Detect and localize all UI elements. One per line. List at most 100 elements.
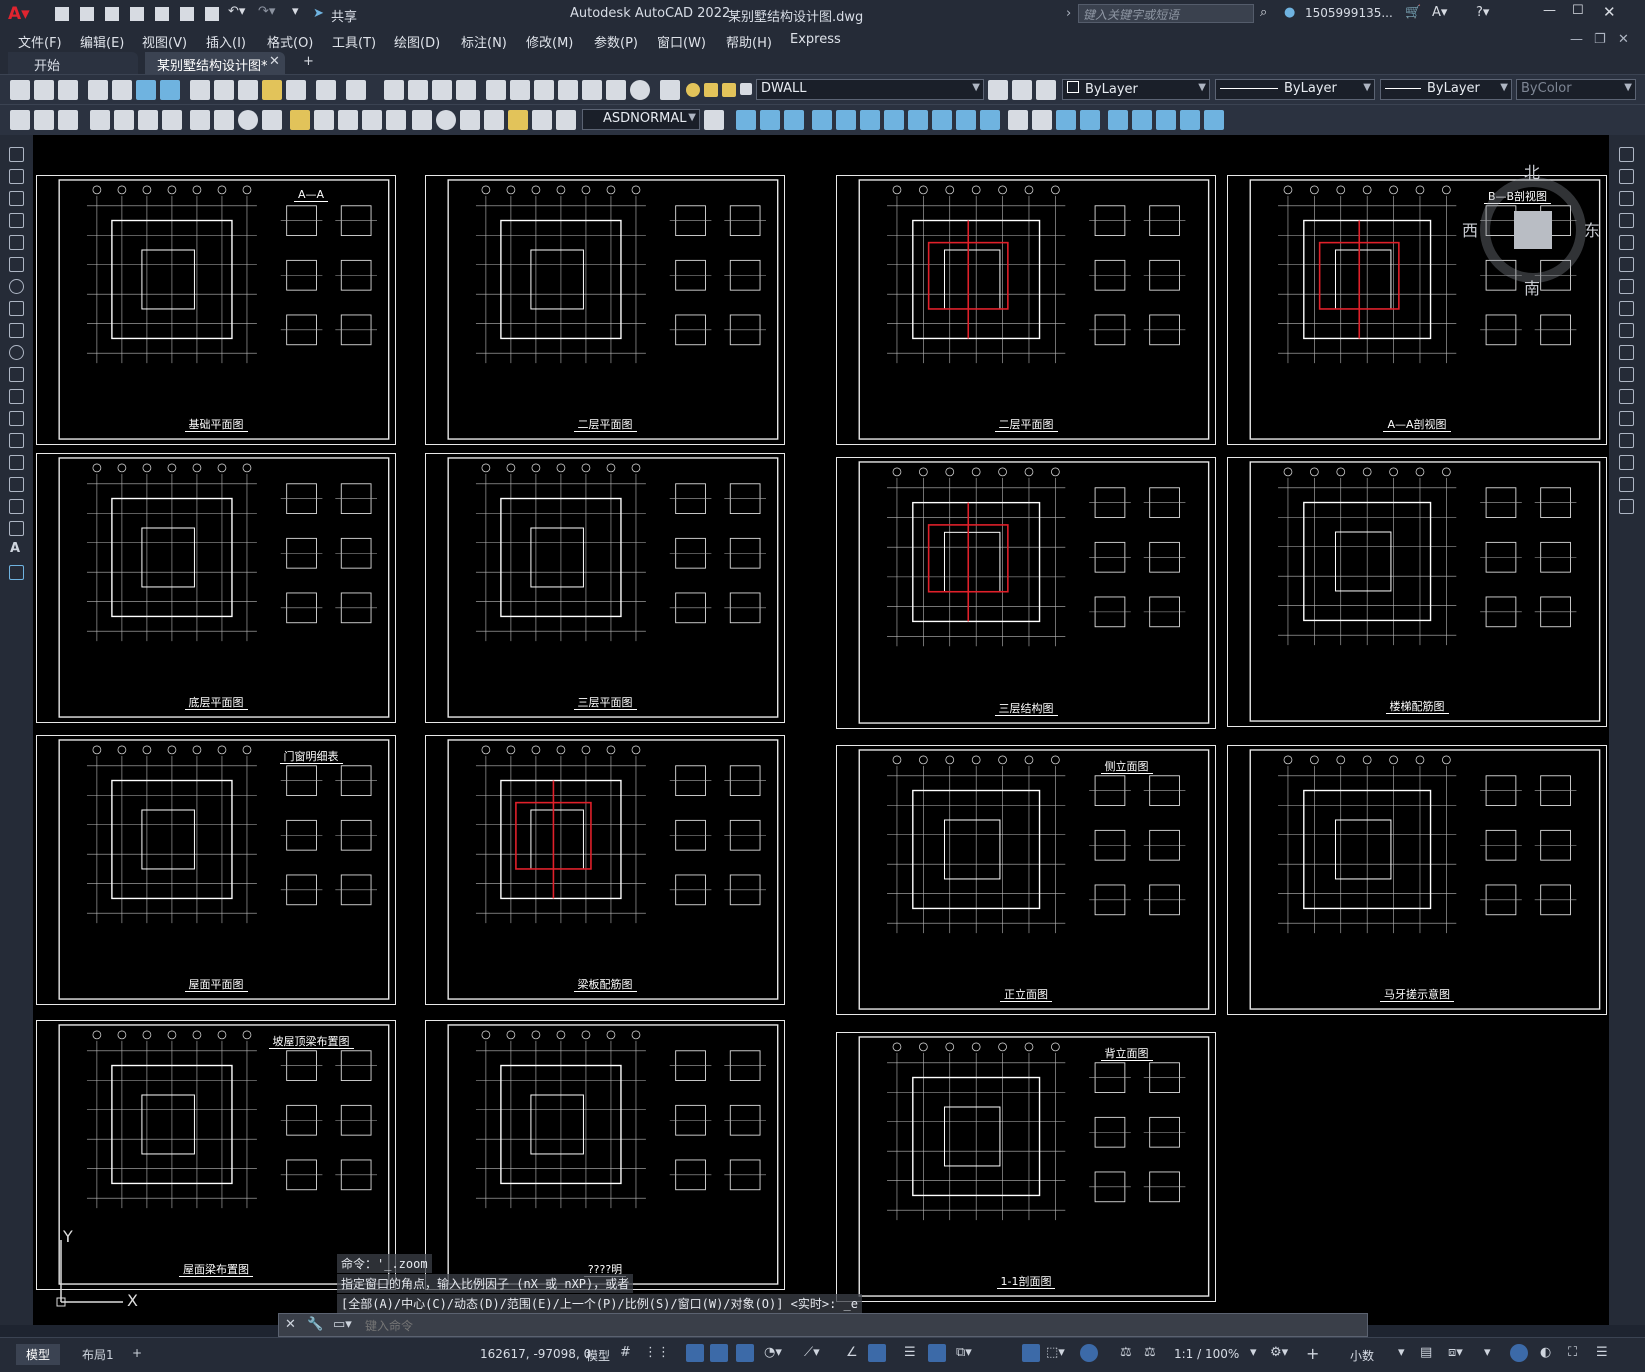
layer-thaw-icon[interactable] <box>704 83 718 97</box>
center-mark-icon[interactable] <box>436 110 456 130</box>
dimstyle-select[interactable]: ASDNORMAL ▼ <box>582 109 700 130</box>
rotate-icon[interactable] <box>884 110 904 130</box>
jogged-linear-icon[interactable] <box>484 110 504 130</box>
mirror-icon[interactable] <box>784 110 804 130</box>
layer-previous-icon[interactable] <box>1012 80 1032 100</box>
menu-file[interactable]: 文件(F) <box>18 32 62 51</box>
autodesk-a360-icon[interactable]: A▾ <box>1432 5 1447 20</box>
match-properties-icon[interactable] <box>262 80 282 100</box>
viewcube[interactable]: 北 南 东 西 <box>1462 163 1600 298</box>
trim-icon[interactable] <box>956 110 976 130</box>
drawing-sheet[interactable]: 底层平面图 <box>36 453 396 723</box>
drawing-sheet[interactable]: 1-1剖面图 背立面图 <box>836 1032 1216 1302</box>
menu-view[interactable]: 视图(V) <box>142 32 187 51</box>
layer-state-icon[interactable] <box>1036 80 1056 100</box>
viewcube-top-face[interactable] <box>1514 211 1552 249</box>
layer-color-swatch-icon[interactable] <box>740 83 752 95</box>
clean-screen-icon[interactable] <box>1510 1344 1528 1362</box>
add-selected-icon[interactable] <box>9 565 24 580</box>
dimension-edit-icon[interactable] <box>508 110 528 130</box>
properties-icon[interactable] <box>486 80 506 100</box>
drawing-sheet[interactable]: 基础平面图 A—A <box>36 175 396 445</box>
tab-start[interactable]: 开始 <box>8 52 138 74</box>
dimension-update-icon[interactable] <box>556 110 576 130</box>
customization-icon[interactable]: ☰ <box>1596 1345 1608 1360</box>
ortho-icon[interactable] <box>686 1344 704 1362</box>
zoom-window-icon[interactable] <box>432 80 452 100</box>
transparency-icon[interactable] <box>928 1344 946 1362</box>
drawing-sheet[interactable]: 三层结构图 <box>836 457 1216 729</box>
fillet-right-icon[interactable] <box>1619 455 1634 470</box>
copy-icon[interactable] <box>214 80 234 100</box>
spline-icon[interactable] <box>9 323 24 338</box>
drawing-sheet[interactable]: 楼梯配筋图 <box>1227 457 1607 727</box>
join-right-icon[interactable] <box>1619 411 1634 426</box>
help-icon[interactable]: ?▾ <box>1476 5 1489 20</box>
dimension-text-edit-icon[interactable] <box>532 110 552 130</box>
undo-icon[interactable]: ↶▾ <box>228 4 245 19</box>
inspect-icon[interactable] <box>460 110 480 130</box>
annotation-scale-icon[interactable]: ⚖ <box>1120 1345 1132 1360</box>
annotation-visibility-icon[interactable]: ⚖ <box>1144 1345 1156 1360</box>
sheet-set-icon[interactable] <box>558 80 578 100</box>
aligned-dimension-icon[interactable] <box>114 110 134 130</box>
blend-curves-icon[interactable] <box>1132 110 1152 130</box>
layer-properties-icon[interactable] <box>660 80 680 100</box>
dynamic-input-icon[interactable] <box>868 1344 886 1362</box>
erase-icon[interactable] <box>736 110 756 130</box>
zoom-previous-icon[interactable] <box>456 80 476 100</box>
erase-right-icon[interactable] <box>1619 147 1634 162</box>
user-icon[interactable]: ● <box>1284 5 1295 20</box>
share-icon[interactable]: ➤ <box>313 6 324 21</box>
explode-icon[interactable] <box>1156 110 1176 130</box>
share-button[interactable]: 共享 <box>331 6 357 25</box>
lineweight-select[interactable]: ByLayer ▼ <box>1380 79 1512 100</box>
compass-south[interactable]: 南 <box>1524 275 1540 299</box>
command-line[interactable]: ✕ 🔧 ▭▾ <box>278 1313 1368 1337</box>
linear-dimension-icon[interactable] <box>90 110 110 130</box>
pan-icon[interactable] <box>384 80 404 100</box>
linetype-select[interactable]: ByLayer ▼ <box>1215 79 1375 100</box>
circle-icon[interactable] <box>9 279 24 294</box>
redo-icon[interactable]: ↷▾ <box>258 4 275 19</box>
compass-north[interactable]: 北 <box>1524 159 1540 183</box>
layer-on-icon[interactable] <box>686 83 700 97</box>
annotation-scale[interactable]: 1:1 / 100% <box>1174 1347 1239 1361</box>
graphics-performance-icon[interactable]: ◐ <box>1540 1345 1551 1360</box>
draworder-icon[interactable] <box>10 110 30 130</box>
lock-ui-icon[interactable]: ▤ <box>1420 1345 1432 1360</box>
menu-dimension[interactable]: 标注(N) <box>461 32 507 51</box>
extend-right-icon[interactable] <box>1619 367 1634 382</box>
save-icon[interactable] <box>105 7 119 21</box>
hatch-edit-icon[interactable] <box>1204 110 1224 130</box>
redo-toolbar-icon[interactable] <box>346 80 366 100</box>
grid-icon[interactable]: # <box>620 1345 631 1360</box>
arc-icon[interactable] <box>9 257 24 272</box>
drawing-sheet[interactable]: 屋面平面图 门窗明细表 <box>36 735 396 1005</box>
help-toolbar-icon[interactable] <box>630 80 650 100</box>
publish-icon[interactable] <box>136 80 156 100</box>
customize-command-icon[interactable]: 🔧 <box>307 1317 323 1332</box>
command-input[interactable] <box>363 1316 1357 1336</box>
drawing-sheet[interactable]: ????明 <box>425 1020 785 1290</box>
menu-window[interactable]: 窗口(W) <box>657 32 706 51</box>
hardware-acceleration-icon[interactable]: ▾ <box>1484 1345 1491 1360</box>
qnew-icon[interactable] <box>10 80 30 100</box>
tab-model[interactable]: 模型 <box>16 1344 61 1365</box>
ellipse-arc-icon[interactable] <box>9 367 24 382</box>
search-input[interactable]: 键入关键字或短语 <box>1078 4 1254 23</box>
arc-length-icon[interactable] <box>138 110 158 130</box>
point-icon[interactable] <box>9 433 24 448</box>
table-icon[interactable] <box>9 521 24 536</box>
hatch-icon[interactable] <box>9 455 24 470</box>
join-icon[interactable] <box>1056 110 1076 130</box>
scale-right-icon[interactable] <box>1619 301 1634 316</box>
dimension-space-icon[interactable] <box>362 110 382 130</box>
line-icon[interactable] <box>9 147 24 162</box>
object-snap-tracking-icon[interactable] <box>710 1344 728 1362</box>
snap-icon[interactable]: ⋮⋮ <box>644 1345 670 1360</box>
insert-block-icon[interactable] <box>9 389 24 404</box>
web-save-icon[interactable] <box>180 7 194 21</box>
rotate-right-icon[interactable] <box>1619 279 1634 294</box>
autocad-logo-icon[interactable]: A▾ <box>8 4 30 24</box>
